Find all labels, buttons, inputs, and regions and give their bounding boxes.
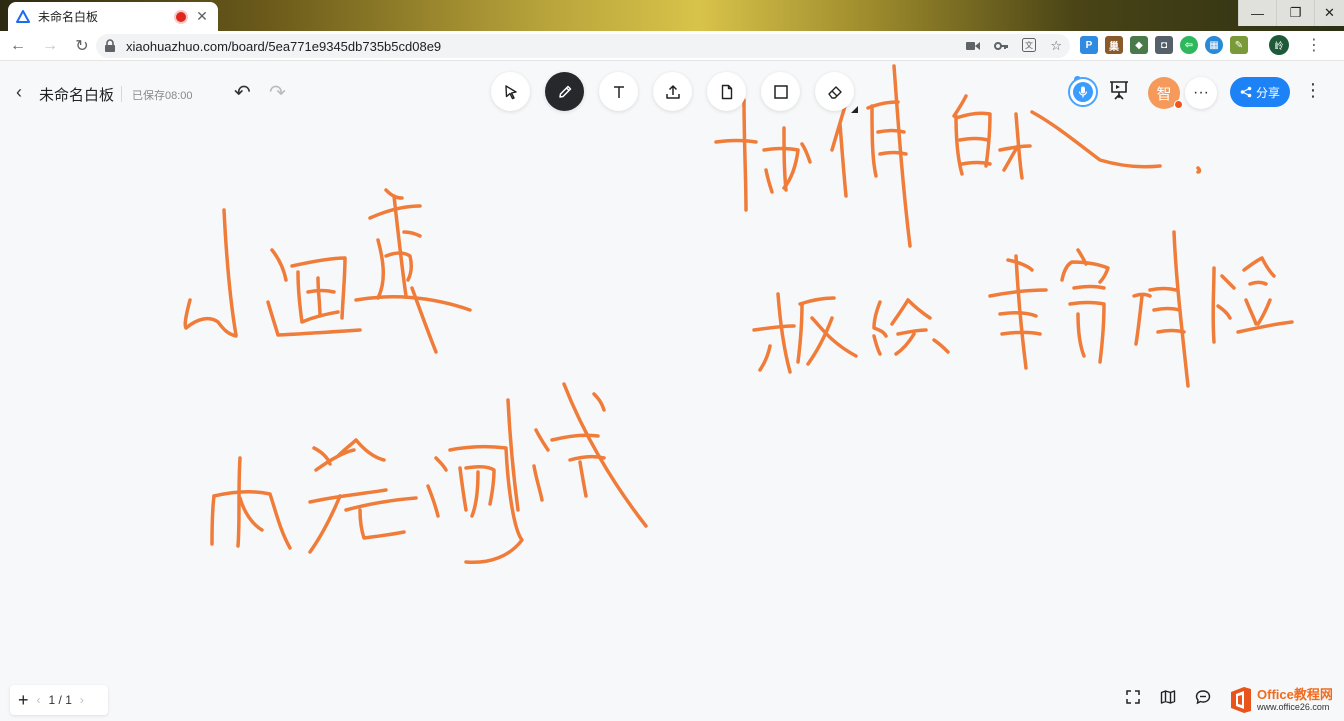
pen-icon [558,85,571,98]
extension-p-icon[interactable]: P [1080,36,1098,54]
eraser-tool[interactable] [815,72,858,113]
reload-icon[interactable]: ↻ [68,32,96,60]
board-title[interactable]: 未命名白板 [39,84,114,105]
watermark-url: www.office26.com [1257,701,1330,712]
file-tool[interactable] [707,72,746,111]
document-icon [721,84,732,99]
page-indicator: 1 / 1 [48,693,72,707]
divider [121,86,122,102]
save-status: 已保存08:00 [132,90,193,102]
forward-arrow-icon[interactable]: → [36,32,64,60]
select-tool[interactable] [491,72,530,111]
square-icon [773,84,788,99]
restore-button[interactable]: ❐ [1276,0,1314,26]
drawing-toolbar [491,72,858,113]
profile-avatar[interactable]: 岭 [1269,35,1289,55]
more-options-button[interactable]: ··· [1185,77,1217,109]
handwriting-xiaobaihuazhuo [183,188,472,354]
fullscreen-icon[interactable] [1124,688,1142,706]
extension-icon[interactable]: ◆ [1130,36,1148,54]
voice-button[interactable] [1068,77,1098,107]
view-controls [1124,688,1212,706]
minimize-button[interactable]: — [1238,0,1276,26]
bookmark-star-icon[interactable]: ☆ [1050,38,1062,54]
url-text[interactable]: xiaohuazhuo.com/board/5ea771e9345db735b5… [126,39,966,54]
prev-page-icon[interactable]: ‹ [37,693,41,707]
page-controls: + ‹ 1 / 1 › [10,685,108,715]
online-status-dot [1174,100,1183,109]
submenu-indicator-icon [851,106,858,113]
share-button[interactable]: 分享 [1230,77,1290,107]
triangle-logo-icon [16,9,30,24]
app-header: ‹ 未命名白板 已保存08:00 ↶ ↷ 智 ··· 分享 ⋮ [0,62,1344,124]
address-bar[interactable]: xiaohuazhuo.com/board/5ea771e9345db735b5… [96,34,1070,58]
presentation-icon[interactable] [1108,79,1130,106]
text-tool[interactable] [599,72,638,111]
redo-icon[interactable]: ↷ [269,80,286,105]
share-label: 分享 [1255,85,1280,100]
office-logo-icon [1231,687,1251,713]
extension-icon[interactable]: ▦ [1205,36,1223,54]
handwriting-layer [183,64,1294,565]
extension-icon[interactable]: ◘ [1155,36,1173,54]
comment-icon[interactable] [1194,688,1212,706]
upload-icon [665,84,680,99]
share-icon [1240,86,1252,98]
handwriting-neirongceshi [210,382,648,565]
watermark: Office教程网 www.office26.com [1228,685,1333,715]
whiteboard-canvas[interactable] [0,62,1344,721]
watermark-brand: Office教程网 [1257,686,1333,702]
browser-tabstrip: 未命名白板 ✕ — ❐ ✕ [0,0,1344,31]
recording-icon [176,11,186,22]
handwriting-banhuishuxietiyan [752,230,1294,388]
shape-tool[interactable] [761,72,800,111]
tab-title: 未命名白板 [38,10,99,24]
browser-toolbar: ← → ↻ xiaohuazhuo.com/board/5ea771e9345d… [0,31,1344,61]
undo-icon[interactable]: ↶ [234,80,251,105]
app-menu-icon[interactable]: ⋮ [1304,80,1322,101]
back-arrow-icon[interactable]: ← [4,32,32,60]
upload-tool[interactable] [653,72,692,111]
map-icon[interactable] [1159,688,1177,706]
key-icon[interactable] [994,39,1009,54]
microphone-icon [1073,82,1093,102]
extension-icon[interactable]: ⇦ [1180,36,1198,54]
extension-icon[interactable]: ✎ [1230,36,1248,54]
camera-icon[interactable] [966,39,981,54]
next-page-icon[interactable]: › [80,693,84,707]
cursor-arrow-icon [504,84,517,99]
pen-tool[interactable] [545,72,584,111]
add-page-button[interactable]: + [18,690,29,711]
extension-icon[interactable]: 巢 [1105,36,1123,54]
browser-tab[interactable]: 未命名白板 ✕ [8,2,218,31]
browser-menu-icon[interactable]: ⋮ [1306,35,1322,55]
svg-text:文: 文 [1025,40,1033,50]
window-controls: — ❐ ✕ [1238,0,1344,26]
extensions-bar: P 巢 ◆ ◘ ⇦ ▦ ✎ 岭 ⋮ [1080,35,1322,55]
text-icon [613,85,624,98]
close-window-button[interactable]: ✕ [1314,0,1344,26]
translate-icon[interactable]: 文 [1022,37,1037,55]
tab-close-icon[interactable]: ✕ [194,8,210,25]
lock-icon [104,39,118,53]
back-chevron-icon[interactable]: ‹ [16,82,22,103]
eraser-icon [827,85,842,99]
